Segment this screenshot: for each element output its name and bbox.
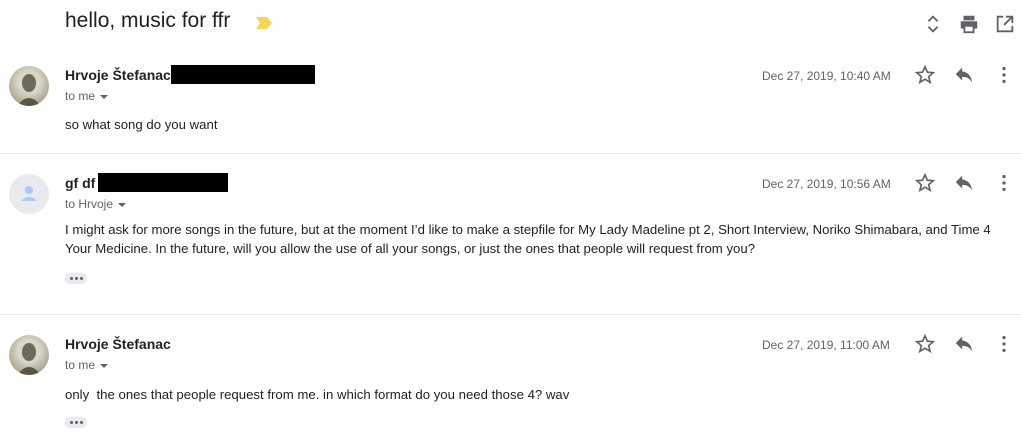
print-icon[interactable] [958, 13, 980, 35]
message-body: so what song do you want [65, 117, 218, 132]
message-body: only the ones that people request from m… [65, 387, 570, 402]
thread-subject: hello, music for ffr [65, 9, 231, 32]
sender-name[interactable]: gf df [65, 175, 95, 191]
sender-name[interactable]: Hrvoje Štefanac [65, 336, 171, 352]
sender-avatar[interactable] [9, 66, 49, 106]
expand-all-icon[interactable] [922, 13, 944, 35]
message-date: Dec 27, 2019, 11:00 AM [762, 338, 890, 352]
more-options-icon[interactable] [993, 333, 1015, 355]
show-trimmed-content-button[interactable] [65, 273, 87, 284]
reply-icon[interactable] [953, 172, 975, 194]
message-date: Dec 27, 2019, 10:56 AM [762, 177, 891, 191]
more-options-icon[interactable] [993, 64, 1015, 86]
redacted-email [171, 65, 315, 84]
sender-avatar[interactable] [9, 335, 49, 375]
person-icon [21, 186, 37, 201]
message-divider [0, 153, 1021, 154]
reply-icon[interactable] [953, 64, 975, 86]
recipient-details-toggle[interactable]: to me [65, 89, 109, 103]
message-date: Dec 27, 2019, 10:40 AM [762, 69, 891, 83]
message-divider [0, 314, 1021, 315]
chevron-down-icon [118, 202, 127, 207]
star-icon[interactable] [914, 64, 936, 86]
chevron-down-icon [100, 363, 109, 368]
recipient-label: to me [65, 358, 96, 372]
sender-name[interactable]: Hrvoje Štefanac [65, 67, 171, 83]
star-icon[interactable] [914, 172, 936, 194]
sender-avatar[interactable] [9, 174, 49, 214]
open-in-new-window-icon[interactable] [994, 13, 1016, 35]
recipient-label: to Hrvoje [65, 197, 114, 211]
importance-marker-icon[interactable] [256, 17, 272, 29]
chevron-down-icon [100, 94, 109, 99]
star-icon[interactable] [914, 333, 936, 355]
show-trimmed-content-button[interactable] [65, 417, 87, 428]
message-body: I might ask for more songs in the future… [65, 222, 991, 256]
recipient-label: to me [65, 89, 96, 103]
reply-icon[interactable] [953, 333, 975, 355]
more-options-icon[interactable] [993, 172, 1015, 194]
recipient-details-toggle[interactable]: to me [65, 358, 109, 372]
recipient-details-toggle[interactable]: to Hrvoje [65, 197, 127, 211]
redacted-email [98, 173, 228, 192]
